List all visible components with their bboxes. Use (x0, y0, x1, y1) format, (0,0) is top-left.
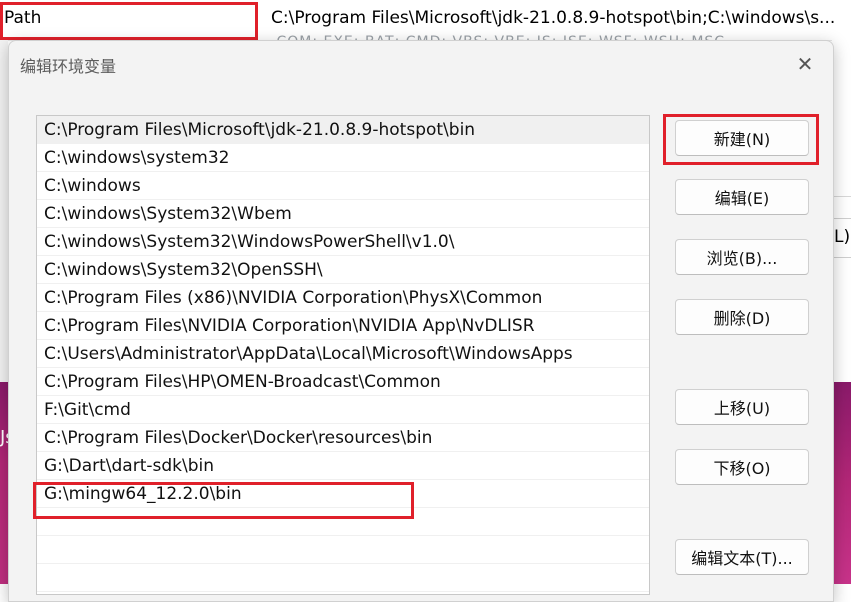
path-list-item[interactable]: C:\windows\System32\WindowsPowerShell\v1… (37, 228, 649, 256)
desktop-wallpaper-right (832, 382, 851, 584)
path-list-item[interactable]: C:\windows\System32\Wbem (37, 200, 649, 228)
edit-env-var-dialog: 编辑环境变量 ✕ C:\Program Files\Microsoft\jdk-… (8, 40, 834, 602)
background-partial-text-right: L) (834, 227, 851, 247)
desktop-wallpaper-left (0, 382, 8, 584)
path-list-item[interactable]: C:\windows (37, 172, 649, 200)
path-list-item[interactable]: C:\Users\Administrator\AppData\Local\Mic… (37, 340, 649, 368)
path-list-item[interactable]: C:\Program Files\NVIDIA Corporation\NVID… (37, 312, 649, 340)
background-divider (832, 196, 851, 197)
path-list-item[interactable]: C:\windows\System32\OpenSSH\ (37, 256, 649, 284)
path-list-item[interactable]: C:\Program Files (x86)\NVIDIA Corporatio… (37, 284, 649, 312)
path-list-item-mingw[interactable]: G:\mingw64_12.2.0\bin (37, 480, 649, 508)
close-button[interactable]: ✕ (789, 49, 821, 79)
close-icon: ✕ (796, 52, 814, 76)
variable-value-cell: C:\Program Files\Microsoft\jdk-21.0.8.9-… (271, 8, 836, 28)
dialog-title: 编辑环境变量 (20, 57, 117, 76)
new-button[interactable]: 新建(N) (675, 120, 809, 156)
browse-button[interactable]: 浏览(B)... (675, 239, 809, 275)
path-list-item[interactable]: C:\Program Files\Docker\Docker\resources… (37, 424, 649, 452)
path-list-item[interactable]: F:\Git\cmd (37, 396, 649, 424)
move-up-button[interactable]: 上移(U) (675, 389, 809, 425)
path-list-item[interactable]: C:\windows\system32 (37, 144, 649, 172)
background-partial-text-left: Js (0, 427, 8, 448)
path-list[interactable]: C:\Program Files\Microsoft\jdk-21.0.8.9-… (36, 115, 650, 595)
path-list-empty-row[interactable] (37, 536, 649, 564)
path-list-item[interactable]: C:\Program Files\Microsoft\jdk-21.0.8.9-… (37, 116, 649, 144)
variable-name-cell: Path (4, 8, 42, 28)
edit-button[interactable]: 编辑(E) (675, 179, 809, 215)
delete-button[interactable]: 删除(D) (675, 299, 809, 335)
path-list-empty-row[interactable] (37, 508, 649, 536)
move-down-button[interactable]: 下移(O) (675, 449, 809, 485)
edit-text-button[interactable]: 编辑文本(T)... (675, 539, 809, 575)
path-list-item[interactable]: G:\Dart\dart-sdk\bin (37, 452, 649, 480)
path-list-item[interactable]: C:\Program Files\HP\OMEN-Broadcast\Commo… (37, 368, 649, 396)
path-list-empty-row[interactable] (37, 564, 649, 592)
